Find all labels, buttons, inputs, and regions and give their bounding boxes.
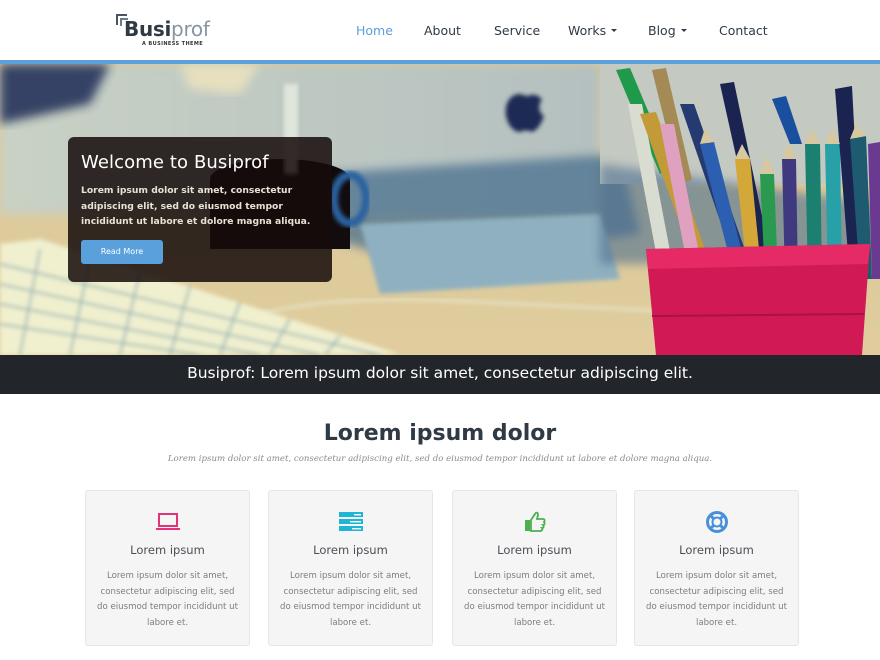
caret-down-icon (680, 29, 687, 32)
service-card: Lorem ipsum Lorem ipsum dolor sit amet, … (268, 490, 433, 646)
service-card: Lorem ipsum Lorem ipsum dolor sit amet, … (452, 490, 617, 646)
nav-home-label: Home (356, 23, 393, 38)
site-header: Busiprof A BUSINESS THEME Home About Ser… (0, 0, 880, 60)
nav-works[interactable]: Works (568, 23, 618, 38)
services-subtitle: Lorem ipsum dolor sit amet, consectetur … (167, 454, 713, 464)
hero-title: Welcome to Busiprof (81, 152, 269, 173)
logo-name-light: prof (171, 17, 210, 41)
service-card-text: Lorem ipsum dolor sit amet, consectetur … (280, 571, 421, 628)
nav-blog[interactable]: Blog (648, 23, 687, 38)
main-nav: Home About Service Works Blog Contact (340, 0, 880, 60)
nav-about[interactable]: About (424, 23, 461, 38)
nav-contact-label: Contact (719, 23, 768, 38)
tagline-text: Busiprof: Lorem ipsum dolor sit amet, co… (187, 364, 693, 382)
nav-contact[interactable]: Contact (719, 23, 768, 38)
service-card-text: Lorem ipsum dolor sit amet, consectetur … (464, 571, 605, 628)
server-icon (269, 511, 432, 533)
life-ring-icon (635, 511, 798, 533)
nav-service-label: Service (494, 23, 541, 38)
logo-name-bold: Busi (124, 17, 172, 41)
logo-subtitle: A BUSINESS THEME (142, 41, 204, 47)
service-card-title: Lorem ipsum (130, 543, 205, 557)
hero-caption: Welcome to Busiprof Lorem ipsum dolor si… (68, 137, 332, 282)
laptop-icon (86, 511, 249, 533)
tagline-bar: Busiprof: Lorem ipsum dolor sit amet, co… (0, 355, 880, 394)
hero-text: Lorem ipsum dolor sit amet, consectetur … (81, 185, 311, 227)
nav-home[interactable]: Home (356, 23, 393, 38)
service-card-title: Lorem ipsum (497, 543, 572, 557)
service-card-title: Lorem ipsum (313, 543, 388, 557)
service-card-text: Lorem ipsum dolor sit amet, consectetur … (97, 571, 238, 628)
service-card: Lorem ipsum Lorem ipsum dolor sit amet, … (85, 490, 250, 646)
read-more-button[interactable]: Read More (81, 240, 163, 264)
hero-slider: Welcome to Busiprof Lorem ipsum dolor si… (0, 64, 880, 355)
thumbs-up-icon (453, 511, 616, 533)
services-title: Lorem ipsum dolor (323, 421, 557, 446)
logo-text: Busiprof (124, 17, 210, 41)
service-card-text: Lorem ipsum dolor sit amet, consectetur … (646, 571, 787, 628)
site-logo[interactable]: Busiprof A BUSINESS THEME (116, 14, 216, 50)
service-card: Lorem ipsum Lorem ipsum dolor sit amet, … (634, 490, 799, 646)
nav-service[interactable]: Service (494, 23, 540, 38)
nav-blog-label: Blog (648, 23, 676, 38)
service-card-title: Lorem ipsum (679, 543, 754, 557)
nav-works-label: Works (568, 23, 607, 38)
nav-about-label: About (424, 23, 461, 38)
caret-down-icon (611, 29, 618, 32)
